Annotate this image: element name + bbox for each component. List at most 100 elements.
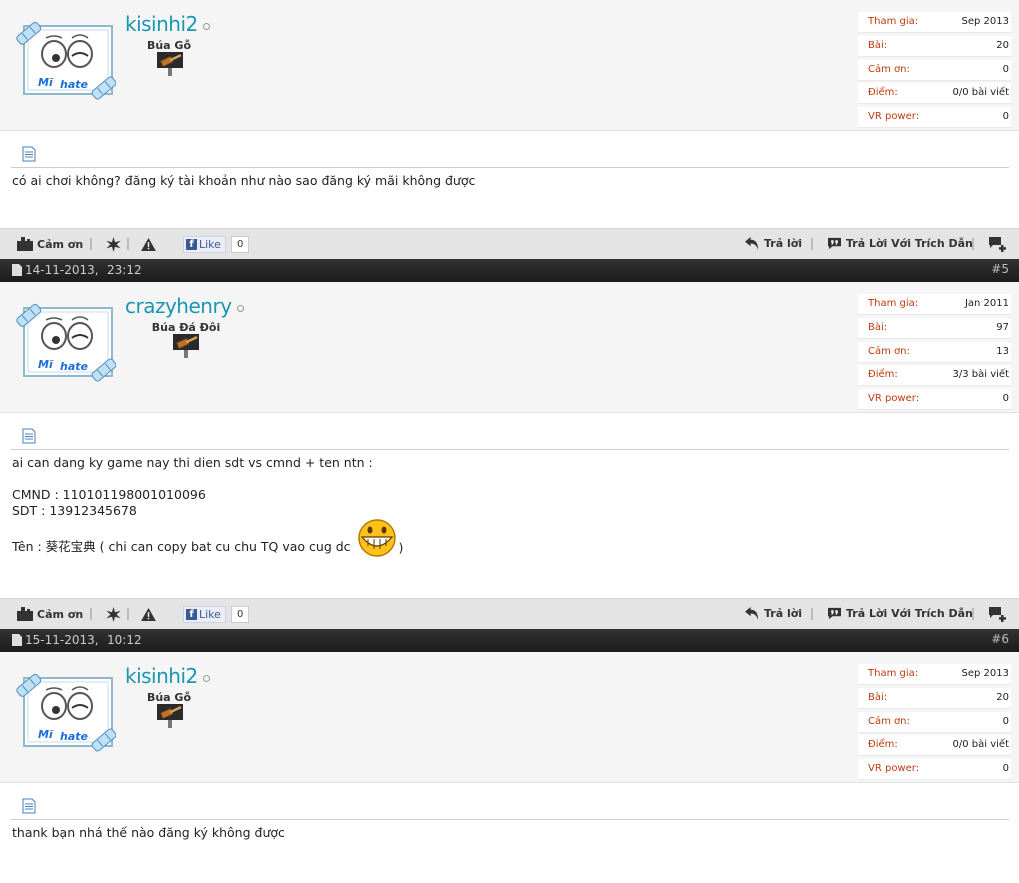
- post-number-link[interactable]: #5: [991, 262, 1009, 276]
- like-count: 0: [230, 236, 250, 253]
- thanks-icon: [17, 607, 33, 621]
- username-wrap: crazyhenry: [125, 294, 244, 318]
- facebook-icon: f: [186, 239, 197, 250]
- stat-thanks: Cảm ơn: 0: [858, 711, 1011, 733]
- reply-icon: [745, 607, 760, 620]
- post-footer: Cảm ơn f Like 0 Trả lời Trả Lời Với Trích…: [0, 598, 1019, 629]
- reply-label: Trả lời: [764, 607, 803, 620]
- stat-points: Điểm: 0/0 bài viết: [858, 83, 1011, 105]
- thanks-icon: [17, 237, 33, 251]
- reply-button[interactable]: Trả lời: [745, 237, 802, 250]
- separator: [972, 608, 974, 620]
- thanks-button[interactable]: Cảm ơn: [17, 237, 83, 251]
- stat-join-date: Tham gia: Jan 2011: [858, 294, 1011, 315]
- username-link[interactable]: crazyhenry: [125, 294, 232, 318]
- offline-status-icon: [202, 23, 210, 30]
- username-link[interactable]: kisinhi2: [125, 12, 198, 36]
- post-message: thank bạn nhá thế nào đăng ký không được: [12, 825, 285, 840]
- stat-vr-power: VR power: 0: [858, 107, 1011, 129]
- reply-icon: [745, 237, 760, 250]
- separator: [127, 608, 129, 620]
- quote-label: Trả Lời Với Trích Dẫn: [846, 607, 973, 620]
- star-icon[interactable]: [106, 237, 121, 252]
- separator: [127, 238, 129, 250]
- stat-join-date: Tham gia: Sep 2013: [858, 12, 1011, 33]
- post-footer: Cảm ơn f Like 0 Trả lời Trả Lời Với Trích…: [0, 228, 1019, 259]
- post-message-line: ai can dang ky game nay thi dien sdt vs …: [12, 455, 373, 470]
- warning-icon[interactable]: [141, 608, 156, 621]
- multiquote-icon[interactable]: [988, 236, 1008, 252]
- user-avatar[interactable]: [16, 20, 116, 100]
- separator: [811, 608, 813, 620]
- post-date-bar: 15-11-2013, 10:12 #6: [0, 629, 1019, 652]
- post-number-link[interactable]: #6: [991, 632, 1009, 646]
- offline-status-icon: [236, 305, 244, 312]
- post-message-line: CMND : 110101198001010096: [12, 487, 206, 502]
- hammer-rank-icon: [157, 704, 183, 728]
- stat-vr-power: VR power: 0: [858, 759, 1011, 781]
- stat-posts: Bài: 20: [858, 35, 1011, 57]
- content-divider: [11, 449, 1009, 450]
- multiquote-icon[interactable]: [988, 606, 1008, 622]
- user-title: Búa Đá Đôi: [151, 321, 221, 334]
- post-time: 23:12: [107, 263, 142, 277]
- post-user-info: kisinhi2 Búa Gỗ Tham gia: Sep 2013 Bài: 20…: [0, 0, 1019, 131]
- separator: [90, 238, 92, 250]
- star-icon[interactable]: [106, 607, 121, 622]
- facebook-like-button[interactable]: f Like: [183, 606, 226, 623]
- stat-thanks: Cảm ơn: 0: [858, 59, 1011, 81]
- reply-label: Trả lời: [764, 237, 803, 250]
- username-wrap: kisinhi2: [125, 12, 210, 36]
- stat-join-date: Tham gia: Sep 2013: [858, 664, 1011, 685]
- user-avatar[interactable]: [16, 302, 116, 382]
- facebook-icon: f: [186, 609, 197, 620]
- document-icon: [21, 146, 37, 162]
- facebook-like-button[interactable]: f Like: [183, 236, 226, 253]
- separator: [90, 608, 92, 620]
- like-count: 0: [230, 606, 250, 623]
- user-title: Búa Gỗ: [146, 39, 192, 52]
- thanks-label: Cảm ơn: [37, 607, 84, 621]
- post-content: ai can dang ky game nay thi dien sdt vs …: [0, 413, 1019, 598]
- user-stats: Tham gia: Sep 2013 Bài: 20 Cảm ơn: 0 Điểm: 0…: [858, 12, 1011, 131]
- warning-icon[interactable]: [141, 238, 156, 251]
- hammer-rank-icon: [173, 334, 199, 358]
- post-6: 15-11-2013, 10:12 #6 kisinhi2 Búa Gỗ Tha…: [0, 629, 1019, 873]
- facebook-like: f Like 0: [183, 236, 250, 253]
- user-avatar[interactable]: [16, 672, 116, 752]
- stat-thanks: Cảm ơn: 13: [858, 341, 1011, 363]
- post-message: có ai chơi không? đăng ký tài khoản như …: [12, 173, 476, 188]
- quote-reply-button[interactable]: Trả Lời Với Trích Dẫn: [827, 607, 973, 620]
- reply-button[interactable]: Trả lời: [745, 607, 802, 620]
- post-5: 14-11-2013, 23:12 #5 crazyhenry Búa Đá Đ…: [0, 259, 1019, 629]
- user-stats: Tham gia: Sep 2013 Bài: 20 Cảm ơn: 0 Điểm: 0…: [858, 664, 1011, 783]
- post-date-icon: [12, 264, 22, 276]
- thanks-label: Cảm ơn: [37, 237, 84, 251]
- separator: [972, 238, 974, 250]
- post-content: có ai chơi không? đăng ký tài khoản như …: [0, 131, 1019, 228]
- quote-label: Trả Lời Với Trích Dẫn: [846, 237, 973, 250]
- document-icon: [21, 798, 37, 814]
- username-link[interactable]: kisinhi2: [125, 664, 198, 688]
- stat-points: Điểm: 0/0 bài viết: [858, 735, 1011, 757]
- post-content: thank bạn nhá thế nào đăng ký không được: [0, 783, 1019, 873]
- thanks-button[interactable]: Cảm ơn: [17, 607, 83, 621]
- post-message-line: SDT : 13912345678: [12, 503, 137, 518]
- content-divider: [11, 819, 1009, 820]
- user-stats: Tham gia: Jan 2011 Bài: 97 Cảm ơn: 13 Điểm:…: [858, 294, 1011, 413]
- stat-points: Điểm: 3/3 bài viết: [858, 365, 1011, 387]
- quote-icon: [827, 237, 842, 250]
- stat-vr-power: VR power: 0: [858, 389, 1011, 411]
- post-date: 14-11-2013,: [12, 263, 99, 277]
- post-user-info: kisinhi2 Búa Gỗ Tham gia: Sep 2013 Bài: 20…: [0, 652, 1019, 783]
- hammer-rank-icon: [157, 52, 183, 76]
- post-date-bar: 14-11-2013, 23:12 #5: [0, 259, 1019, 282]
- post-1: kisinhi2 Búa Gỗ Tham gia: Sep 2013 Bài: 20…: [0, 0, 1019, 259]
- quote-reply-button[interactable]: Trả Lời Với Trích Dẫn: [827, 237, 973, 250]
- post-date-icon: [12, 634, 22, 646]
- post-message-line: Tên : 葵花宝典 ( chi can copy bat cu chu TQ …: [12, 519, 403, 557]
- stat-posts: Bài: 20: [858, 687, 1011, 709]
- content-divider: [11, 167, 1009, 168]
- quote-icon: [827, 607, 842, 620]
- post-time: 10:12: [107, 633, 142, 647]
